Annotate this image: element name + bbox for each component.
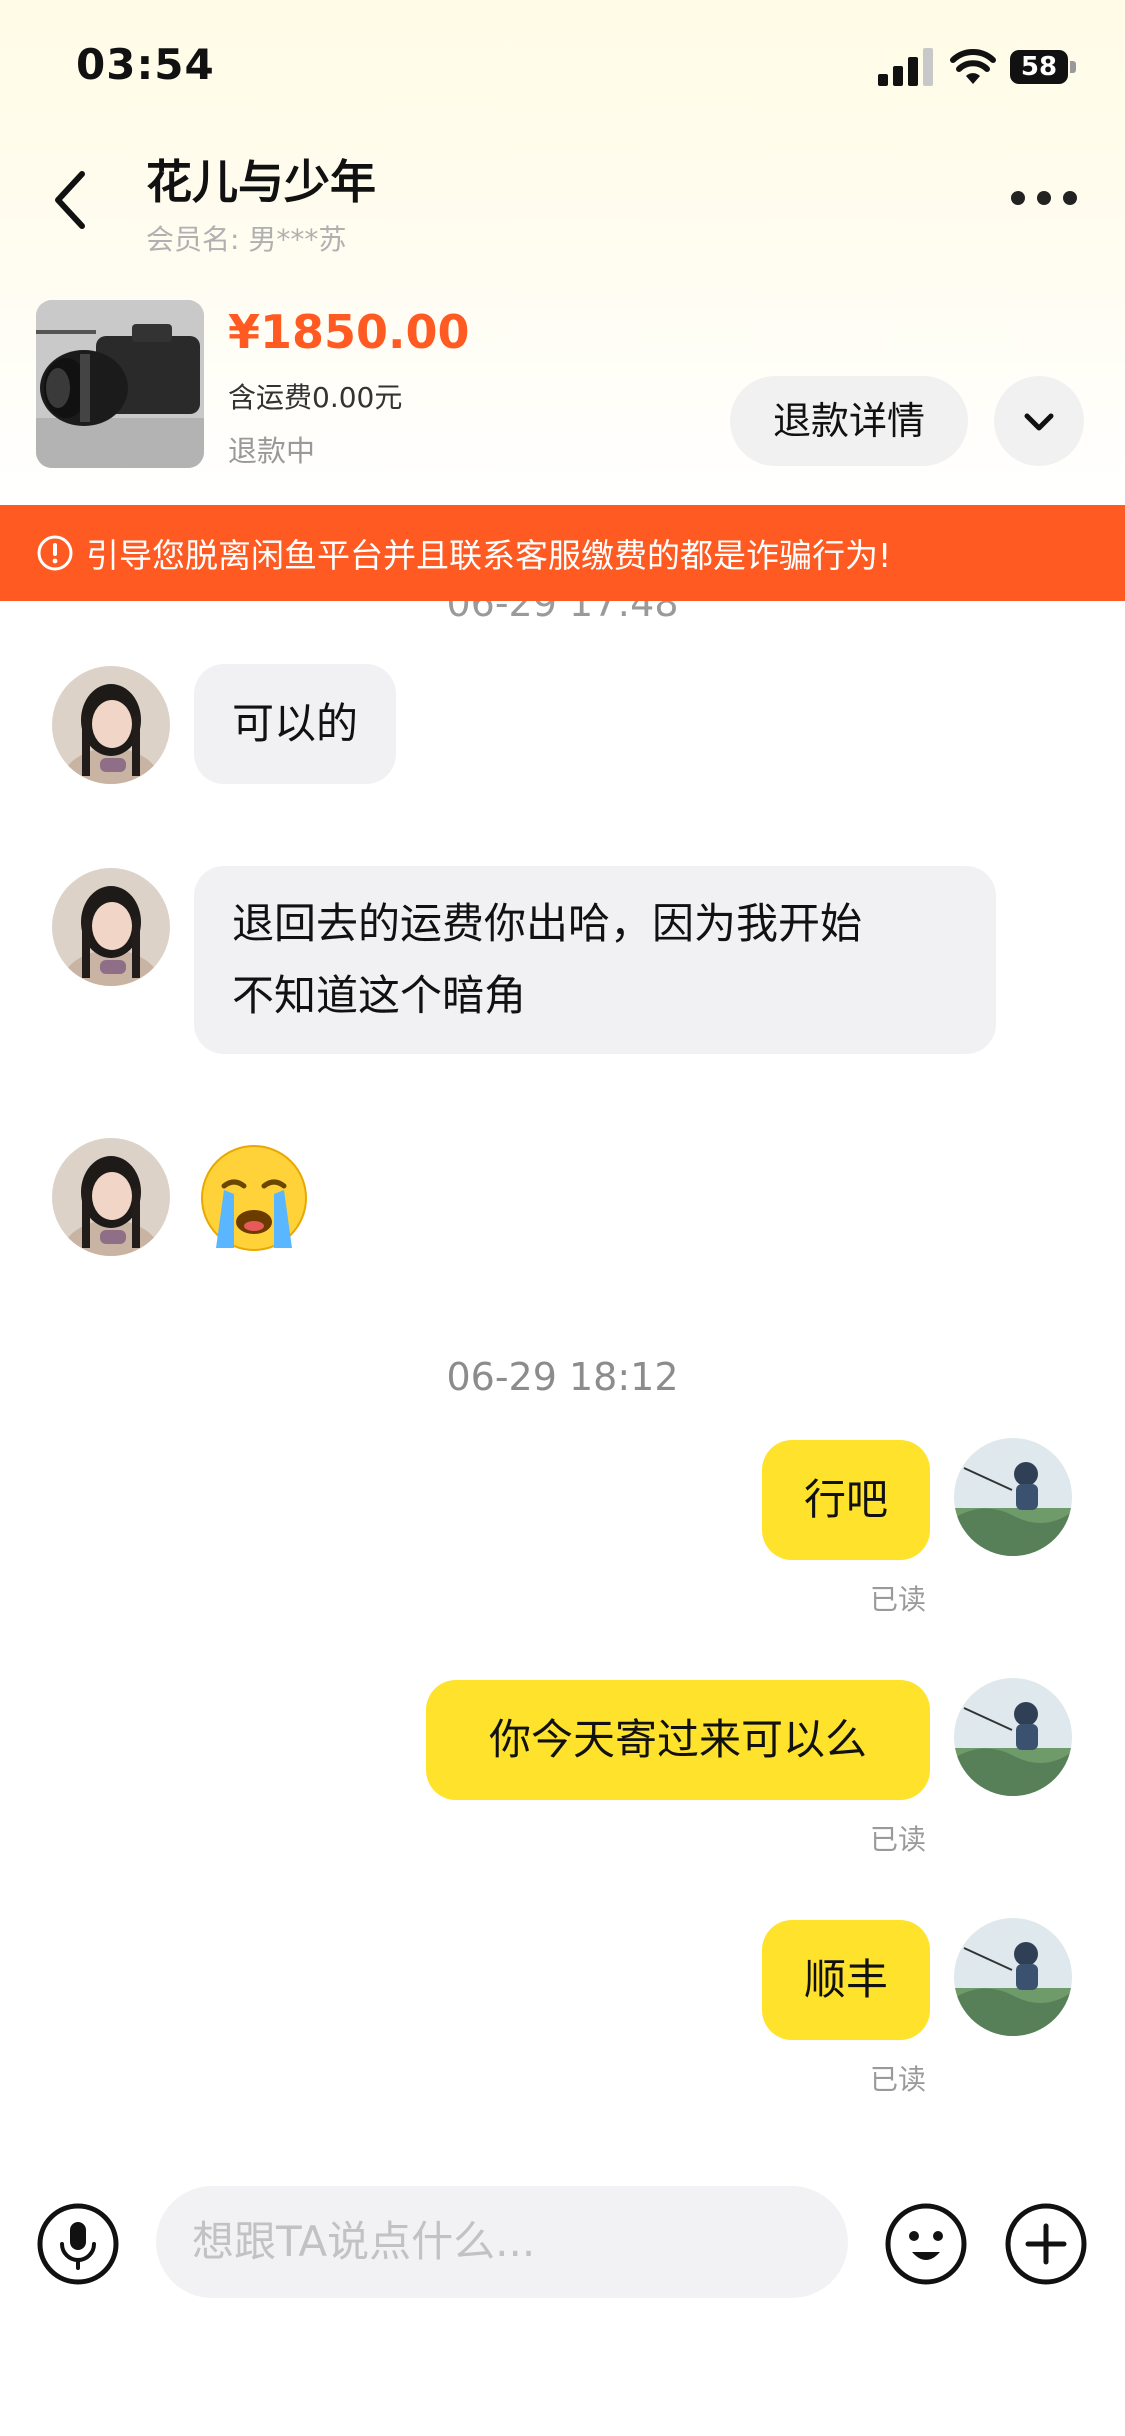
read-receipt: 已读	[870, 2063, 927, 2096]
refund-status: 退款中	[228, 434, 316, 468]
outgoing-message[interactable]: 你今天寄过来可以么	[426, 1680, 930, 1800]
my-avatar[interactable]	[954, 1918, 1072, 2036]
product-thumbnail[interactable]	[36, 300, 204, 468]
incoming-message-line: 不知道这个暗角	[232, 971, 527, 1020]
emoji-button[interactable]	[884, 2202, 968, 2286]
timestamp-1: 06-29 17:48	[0, 601, 1125, 631]
wifi-icon	[950, 49, 996, 84]
my-avatar[interactable]	[954, 1438, 1072, 1556]
sender-avatar[interactable]	[52, 1138, 170, 1256]
message-input[interactable]: 想跟TA说点什么...	[156, 2186, 848, 2298]
plus-button[interactable]	[1004, 2202, 1088, 2286]
microphone-button[interactable]	[36, 2202, 120, 2286]
my-avatar[interactable]	[954, 1678, 1072, 1796]
cellular-signal-icon	[878, 48, 933, 86]
crying-face-emoji[interactable]	[198, 1142, 310, 1254]
product-price: ¥1850.00	[228, 305, 470, 359]
battery-level: 58	[1020, 52, 1058, 82]
alert-circle-icon	[37, 535, 73, 571]
back-button[interactable]	[48, 168, 92, 232]
outgoing-message[interactable]: 行吧	[762, 1440, 930, 1560]
sender-avatar[interactable]	[52, 868, 170, 986]
incoming-message[interactable]: 退回去的运费你出哈，因为我开始 不知道这个暗角	[194, 866, 996, 1054]
chat-title: 花儿与少年	[146, 155, 376, 209]
read-receipt: 已读	[870, 1583, 927, 1616]
status-time: 03:54	[76, 40, 215, 89]
chevron-down-icon	[1024, 413, 1054, 431]
incoming-message-line: 退回去的运费你出哈，因为我开始	[232, 899, 863, 948]
timestamp-2: 06-29 18:12	[446, 1355, 679, 1399]
timestamp-1-text: 06-29 17:48	[446, 601, 679, 625]
incoming-message[interactable]: 可以的	[194, 664, 397, 784]
battery-icon: 58	[1010, 50, 1078, 84]
shipping-fee: 含运费0.00元	[228, 381, 403, 414]
refund-details-button[interactable]: 退款详情	[730, 376, 968, 466]
read-receipt: 已读	[870, 1823, 927, 1856]
more-button[interactable]	[1010, 178, 1078, 218]
sender-avatar[interactable]	[52, 666, 170, 784]
member-name: 会员名: 男***苏	[146, 223, 347, 256]
outgoing-message[interactable]: 顺丰	[762, 1920, 930, 2040]
expand-button[interactable]	[994, 376, 1084, 466]
fraud-warning-text: 引导您脱离闲鱼平台并且联系客服缴费的都是诈骗行为!	[86, 536, 892, 575]
